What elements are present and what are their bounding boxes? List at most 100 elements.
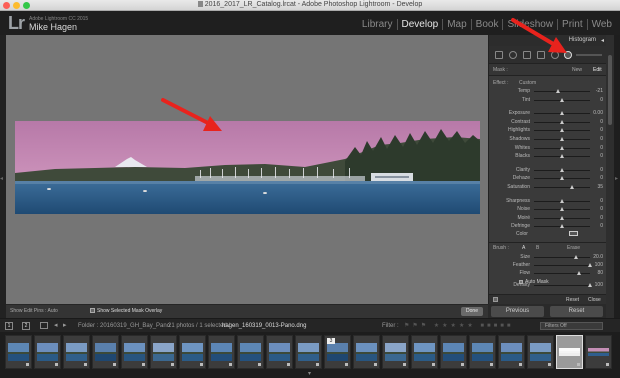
- red-eye-tool-icon[interactable]: [523, 51, 531, 59]
- slider-temp[interactable]: Temp -21: [489, 88, 607, 95]
- slider-knob[interactable]: [560, 224, 564, 229]
- slider-track[interactable]: [534, 111, 590, 116]
- filmstrip-thumbnail[interactable]: [237, 335, 264, 369]
- slider-flow[interactable]: Flow 80: [489, 270, 607, 277]
- slider-tint[interactable]: Tint 0: [489, 97, 607, 104]
- grid-view-icon[interactable]: [40, 322, 48, 329]
- filmstrip-thumbnail[interactable]: [179, 335, 206, 369]
- mask-overlay-checkbox[interactable]: [90, 308, 95, 313]
- slider-knob[interactable]: [560, 167, 564, 172]
- slider-knob[interactable]: [576, 271, 581, 275]
- effect-preset-select[interactable]: Custom: [519, 80, 536, 86]
- window-2-button[interactable]: 2: [22, 322, 30, 330]
- slider-track[interactable]: [534, 137, 590, 141]
- slider-track[interactable]: [534, 128, 590, 133]
- filmstrip-thumbnail[interactable]: [440, 335, 467, 369]
- mask-edit-button[interactable]: Edit: [593, 67, 602, 73]
- module-develop[interactable]: Develop: [398, 19, 444, 30]
- panel-close-link[interactable]: Close: [588, 297, 601, 303]
- slider-track[interactable]: [534, 283, 592, 287]
- adjustment-brush-tool-icon[interactable]: [564, 51, 572, 59]
- crop-tool-icon[interactable]: [495, 51, 503, 59]
- filmstrip-thumbnail[interactable]: [92, 335, 119, 369]
- stack-count-badge[interactable]: 3: [327, 338, 335, 344]
- slider-track[interactable]: [534, 185, 590, 189]
- slider-track[interactable]: [534, 207, 590, 212]
- module-map[interactable]: Map: [443, 19, 472, 30]
- slider-knob[interactable]: [588, 283, 592, 287]
- filmstrip-thumbnail[interactable]: [498, 335, 525, 369]
- panel-reset-link[interactable]: Reset: [566, 297, 579, 303]
- filmstrip-thumbnail[interactable]: [266, 335, 293, 369]
- filmstrip-thumbnail[interactable]: [585, 335, 612, 369]
- slider-knob[interactable]: [560, 154, 564, 159]
- slider-blacks[interactable]: Blacks 0: [489, 153, 607, 160]
- selected-filename[interactable]: hagen_160319_0013-Pano.dng: [222, 323, 306, 329]
- filmstrip-thumbnail[interactable]: [150, 335, 177, 369]
- filmstrip-thumbnail[interactable]: 3: [324, 335, 351, 369]
- filmstrip-thumbnail[interactable]: [208, 335, 235, 369]
- slider-value[interactable]: 0: [600, 223, 603, 229]
- slider-value[interactable]: 20.0: [593, 254, 603, 260]
- slider-value[interactable]: 35: [597, 184, 603, 190]
- slider-value[interactable]: 0.00: [593, 110, 603, 116]
- filmstrip-thumbnail[interactable]: [527, 335, 554, 369]
- filmstrip-collapse-icon[interactable]: ▾: [308, 370, 311, 377]
- reset-button[interactable]: Reset: [550, 306, 603, 317]
- slider-value[interactable]: 0: [600, 136, 603, 142]
- slider-noise[interactable]: Noise 0: [489, 206, 607, 213]
- slider-knob[interactable]: [560, 97, 564, 102]
- filmstrip-thumbnail[interactable]: [121, 335, 148, 369]
- module-print[interactable]: Print: [558, 19, 588, 30]
- slider-value[interactable]: 0: [600, 198, 603, 204]
- image-view[interactable]: [6, 35, 488, 304]
- slider-clarity[interactable]: Clarity 0: [489, 167, 607, 174]
- slider-track[interactable]: [534, 167, 590, 172]
- slider-value[interactable]: 0: [600, 145, 603, 151]
- slider-saturation[interactable]: Saturation 35: [489, 184, 607, 191]
- filmstrip-thumbnail[interactable]: [382, 335, 409, 369]
- forward-arrow-icon[interactable]: ▸: [63, 321, 67, 329]
- folder-path[interactable]: Folder : 20160319_GH_Bay_Pano: [78, 323, 170, 329]
- slider-knob[interactable]: [560, 215, 564, 220]
- slider-knob[interactable]: [560, 119, 564, 124]
- filmstrip-thumbnail[interactable]: [353, 335, 380, 369]
- mask-new-button[interactable]: New: [572, 67, 582, 73]
- filmstrip-thumbnail[interactable]: [5, 335, 32, 369]
- slider-track[interactable]: [534, 119, 590, 124]
- slider-value[interactable]: 0: [600, 167, 603, 173]
- slider-knob[interactable]: [560, 145, 564, 150]
- slider-value[interactable]: 0: [600, 175, 603, 181]
- slider-whites[interactable]: Whites 0: [489, 145, 607, 152]
- slider-knob[interactable]: [560, 207, 564, 212]
- radial-filter-tool-icon[interactable]: [551, 51, 559, 59]
- slider-density[interactable]: Density 100: [489, 282, 607, 289]
- collapse-triangle-icon[interactable]: ◂: [601, 37, 604, 44]
- slider-value[interactable]: -21: [596, 88, 603, 94]
- slider-knob[interactable]: [560, 176, 564, 181]
- slider-knob[interactable]: [555, 89, 560, 93]
- scrollbar-thumb[interactable]: [608, 55, 612, 125]
- slider-value[interactable]: 100: [595, 262, 603, 268]
- slider-track[interactable]: [534, 224, 590, 229]
- slider-track[interactable]: [534, 176, 590, 181]
- slider-value[interactable]: 0: [600, 97, 603, 103]
- slider-shadows[interactable]: Shadows 0: [489, 136, 607, 143]
- slider-track[interactable]: [534, 145, 590, 150]
- slider-contrast[interactable]: Contrast 0: [489, 119, 607, 126]
- filter-flags[interactable]: ⚑⚑⚑ ★★★★★ ■■■■■: [404, 322, 514, 329]
- filmstrip-thumbnail[interactable]: [295, 335, 322, 369]
- module-web[interactable]: Web: [588, 19, 616, 30]
- slider-track[interactable]: [534, 263, 592, 267]
- slider-track[interactable]: [534, 154, 590, 159]
- brush-erase-button[interactable]: Erase: [567, 245, 580, 251]
- back-arrow-icon[interactable]: ◂: [54, 321, 58, 329]
- brush-b-button[interactable]: B: [536, 245, 539, 251]
- mask-overlay-toggle[interactable]: Show Selected Mask Overlay: [90, 308, 162, 314]
- slider-value[interactable]: 0: [600, 215, 603, 221]
- slider-value[interactable]: 0: [600, 206, 603, 212]
- panorama-photo[interactable]: [15, 121, 480, 214]
- module-library[interactable]: Library: [358, 19, 398, 30]
- slider-highlights[interactable]: Highlights 0: [489, 127, 607, 134]
- slider-knob[interactable]: [569, 185, 574, 189]
